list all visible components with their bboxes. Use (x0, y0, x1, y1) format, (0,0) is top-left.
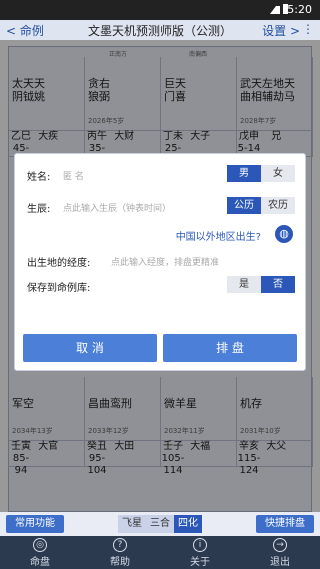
calendar-toggle[interactable]: 公历 农历 (227, 197, 295, 214)
gender-toggle[interactable]: 男 女 (227, 165, 295, 182)
common-functions-button[interactable]: 常用功能 (6, 515, 64, 533)
gender-male-option[interactable]: 男 (227, 165, 261, 182)
globe-icon[interactable]: ◍ (275, 225, 293, 243)
longitude-label: 出生地的经度: (27, 258, 91, 269)
longitude-input[interactable]: 点此输入经度，排盘更精准 (111, 255, 219, 268)
settings-button[interactable]: 设置 > (262, 22, 300, 39)
exit-icon: → (273, 538, 287, 552)
birth-input[interactable]: 点此输入生辰（钟表时间） (63, 201, 171, 214)
birth-label: 生辰: (27, 204, 51, 215)
name-input[interactable]: 匿 名 (63, 169, 84, 182)
save-label: 保存到命例库: (27, 283, 91, 294)
save-yes-option[interactable]: 是 (227, 276, 261, 293)
save-no-option[interactable]: 否 (261, 276, 295, 293)
calendar-solar-option[interactable]: 公历 (227, 197, 261, 214)
bottom-toolbar: 常用功能 飞星 三合 四化 快捷排盘 (0, 512, 320, 536)
dialog-actions: 取 消 排 盘 (15, 334, 305, 370)
chart-icon: ◎ (33, 538, 47, 552)
status-time: 5:20 (287, 3, 312, 16)
info-icon: i (193, 538, 207, 552)
mode-tabs: 飞星 三合 四化 (118, 515, 202, 533)
calendar-lunar-option[interactable]: 农历 (261, 197, 295, 214)
save-toggle[interactable]: 是 否 (227, 276, 295, 293)
nav-about[interactable]: i 关于 (160, 536, 240, 569)
abroad-birth-link[interactable]: 中国以外地区出生? (176, 228, 261, 243)
name-label: 姓名: (27, 172, 51, 183)
bottom-nav: ◎ 命盘 ? 帮助 i 关于 → 退出 (0, 536, 320, 569)
quick-chart-button[interactable]: 快捷排盘 (256, 515, 314, 533)
confirm-button[interactable]: 排 盘 (163, 334, 297, 362)
nav-chart[interactable]: ◎ 命盘 (0, 536, 80, 569)
help-icon: ? (113, 538, 127, 552)
tab-sihua[interactable]: 四化 (174, 515, 202, 533)
status-bar: 5:20 (0, 0, 320, 20)
nav-exit[interactable]: → 退出 (240, 536, 320, 569)
signal-icon (270, 6, 280, 14)
cancel-button[interactable]: 取 消 (23, 334, 157, 362)
top-bar: < 命例 文墨天机预测师版（公测） 设置 > ⋮ (0, 20, 320, 40)
nav-help[interactable]: ? 帮助 (80, 536, 160, 569)
tab-sanhe[interactable]: 三合 (146, 515, 174, 533)
tab-feixing[interactable]: 飞星 (118, 515, 146, 533)
menu-icon[interactable]: ⋮ (302, 22, 314, 36)
gender-female-option[interactable]: 女 (261, 165, 295, 182)
birth-input-dialog: 姓名: 匿 名 男 女 生辰: 点此输入生辰（钟表时间） 公历 农历 中国以外地… (14, 153, 306, 371)
